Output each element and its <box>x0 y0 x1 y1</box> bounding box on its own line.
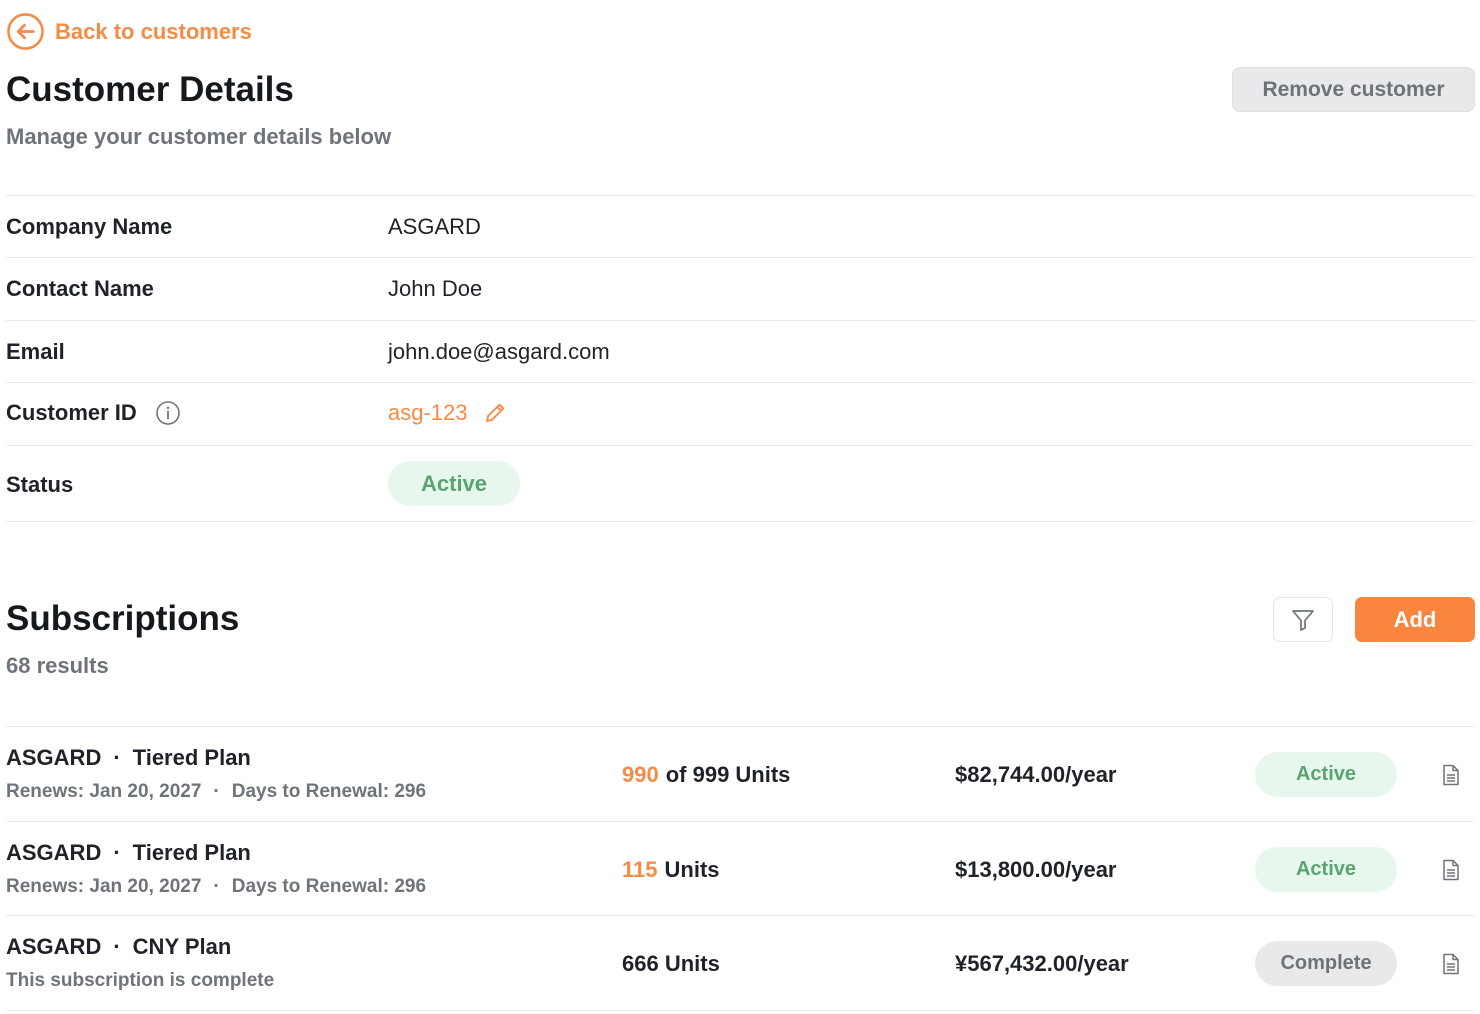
subscription-units: 990 of 999 Units <box>622 762 790 788</box>
remove-customer-button[interactable]: Remove customer <box>1232 67 1475 112</box>
separator-dot: · <box>113 934 121 959</box>
separator-dot: · <box>213 875 220 897</box>
status-badge: Active <box>1255 846 1397 892</box>
subscription-price: ¥567,432.00/year <box>955 951 1129 976</box>
subscription-price: $13,800.00/year <box>955 856 1117 882</box>
subscription-plan: CNY Plan <box>132 934 232 959</box>
subscription-renews: Renews: Jan 20, 2027 <box>6 875 202 897</box>
add-subscription-button[interactable]: Add <box>1355 597 1475 642</box>
email-value: john.doe@asgard.com <box>388 339 610 364</box>
subscription-row[interactable]: ASGARD · Tiered Plan Renews: Jan 20, 202… <box>6 822 1475 916</box>
units-total: of 999 Units <box>665 762 791 787</box>
contact-name-label: Contact Name <box>6 276 154 301</box>
company-name-value: ASGARD <box>388 214 481 239</box>
subscription-note: This subscription is complete <box>6 970 275 991</box>
detail-row-contact: Contact Name John Doe <box>6 258 1475 321</box>
subscription-meta: Renews: Jan 20, 2027 · Days to Renewal: … <box>6 781 426 803</box>
subscription-meta: This subscription is complete <box>6 970 274 992</box>
customer-id-value: asg-123 <box>388 400 468 425</box>
subscription-renews: Renews: Jan 20, 2027 <box>6 781 202 802</box>
subscription-units: 666 Units <box>622 951 720 977</box>
separator-dot: · <box>213 781 220 802</box>
subscription-company: ASGARD <box>6 934 102 959</box>
contact-name-value: John Doe <box>388 276 483 301</box>
status-badge: Active <box>388 461 521 506</box>
page-subtitle: Manage your customer details below <box>6 124 392 149</box>
company-name-label: Company Name <box>6 214 173 239</box>
detail-row-email: Email john.doe@asgard.com <box>6 321 1475 383</box>
subscription-units: 115 Units <box>622 857 720 883</box>
filter-button[interactable] <box>1273 597 1333 642</box>
status-label: Status <box>6 472 74 497</box>
arrow-left-circle-icon <box>7 13 44 50</box>
subscription-company: ASGARD <box>6 745 102 770</box>
subscription-row[interactable]: ASGARD · Tiered Plan Renews: Jan 20, 202… <box>6 727 1475 822</box>
subscriptions-title: Subscriptions <box>6 599 240 638</box>
subscription-plan: Tiered Plan <box>132 745 251 770</box>
document-icon[interactable] <box>1439 952 1463 976</box>
email-label: Email <box>6 339 65 364</box>
units-total: Units <box>664 856 720 882</box>
subscription-price: $82,744.00/year <box>955 762 1117 787</box>
filter-icon <box>1292 609 1314 631</box>
customer-id-value-group: asg-123 <box>388 400 508 426</box>
subscription-title: ASGARD · Tiered Plan <box>6 745 251 771</box>
document-icon[interactable] <box>1439 858 1463 882</box>
status-badge: Complete <box>1255 941 1397 986</box>
subscription-title: ASGARD · CNY Plan <box>6 934 231 960</box>
subscriptions-count: 68 results <box>6 653 109 678</box>
customer-id-label-group: Customer ID <box>6 400 181 426</box>
detail-row-company: Company Name ASGARD <box>6 196 1475 258</box>
document-icon[interactable] <box>1439 763 1463 787</box>
subscription-meta: Renews: Jan 20, 2027 · Days to Renewal: … <box>6 876 426 898</box>
info-icon[interactable] <box>155 400 181 426</box>
units-used: 990 <box>622 762 659 787</box>
subscriptions-list: ASGARD · Tiered Plan Renews: Jan 20, 202… <box>6 726 1475 1011</box>
subscription-title: ASGARD · Tiered Plan <box>6 840 251 866</box>
status-value-group: Active <box>388 461 521 506</box>
units-total: 666 Units <box>622 951 720 976</box>
status-badge: Active <box>1255 752 1397 797</box>
subscription-row[interactable]: ASGARD · CNY Plan This subscription is c… <box>6 916 1475 1011</box>
customer-id-label: Customer ID <box>6 400 137 425</box>
detail-row-customer-id: Customer ID asg-123 <box>6 383 1475 446</box>
subscription-days: Days to Renewal: 296 <box>231 781 427 802</box>
subscription-company: ASGARD <box>6 839 102 865</box>
page-title: Customer Details <box>6 70 294 109</box>
subscription-days: Days to Renewal: 296 <box>231 875 427 897</box>
units-used: 115 <box>622 856 658 882</box>
pencil-icon[interactable] <box>482 400 508 426</box>
separator-dot: · <box>113 745 121 770</box>
back-to-customers-link[interactable]: Back to customers <box>6 12 252 51</box>
back-link-label: Back to customers <box>55 18 252 44</box>
subscription-plan: Tiered Plan <box>132 839 251 865</box>
detail-row-status: Status Active <box>6 446 1475 522</box>
customer-details-list: Company Name ASGARD Contact Name John Do… <box>6 195 1475 522</box>
separator-dot: · <box>113 839 121 865</box>
